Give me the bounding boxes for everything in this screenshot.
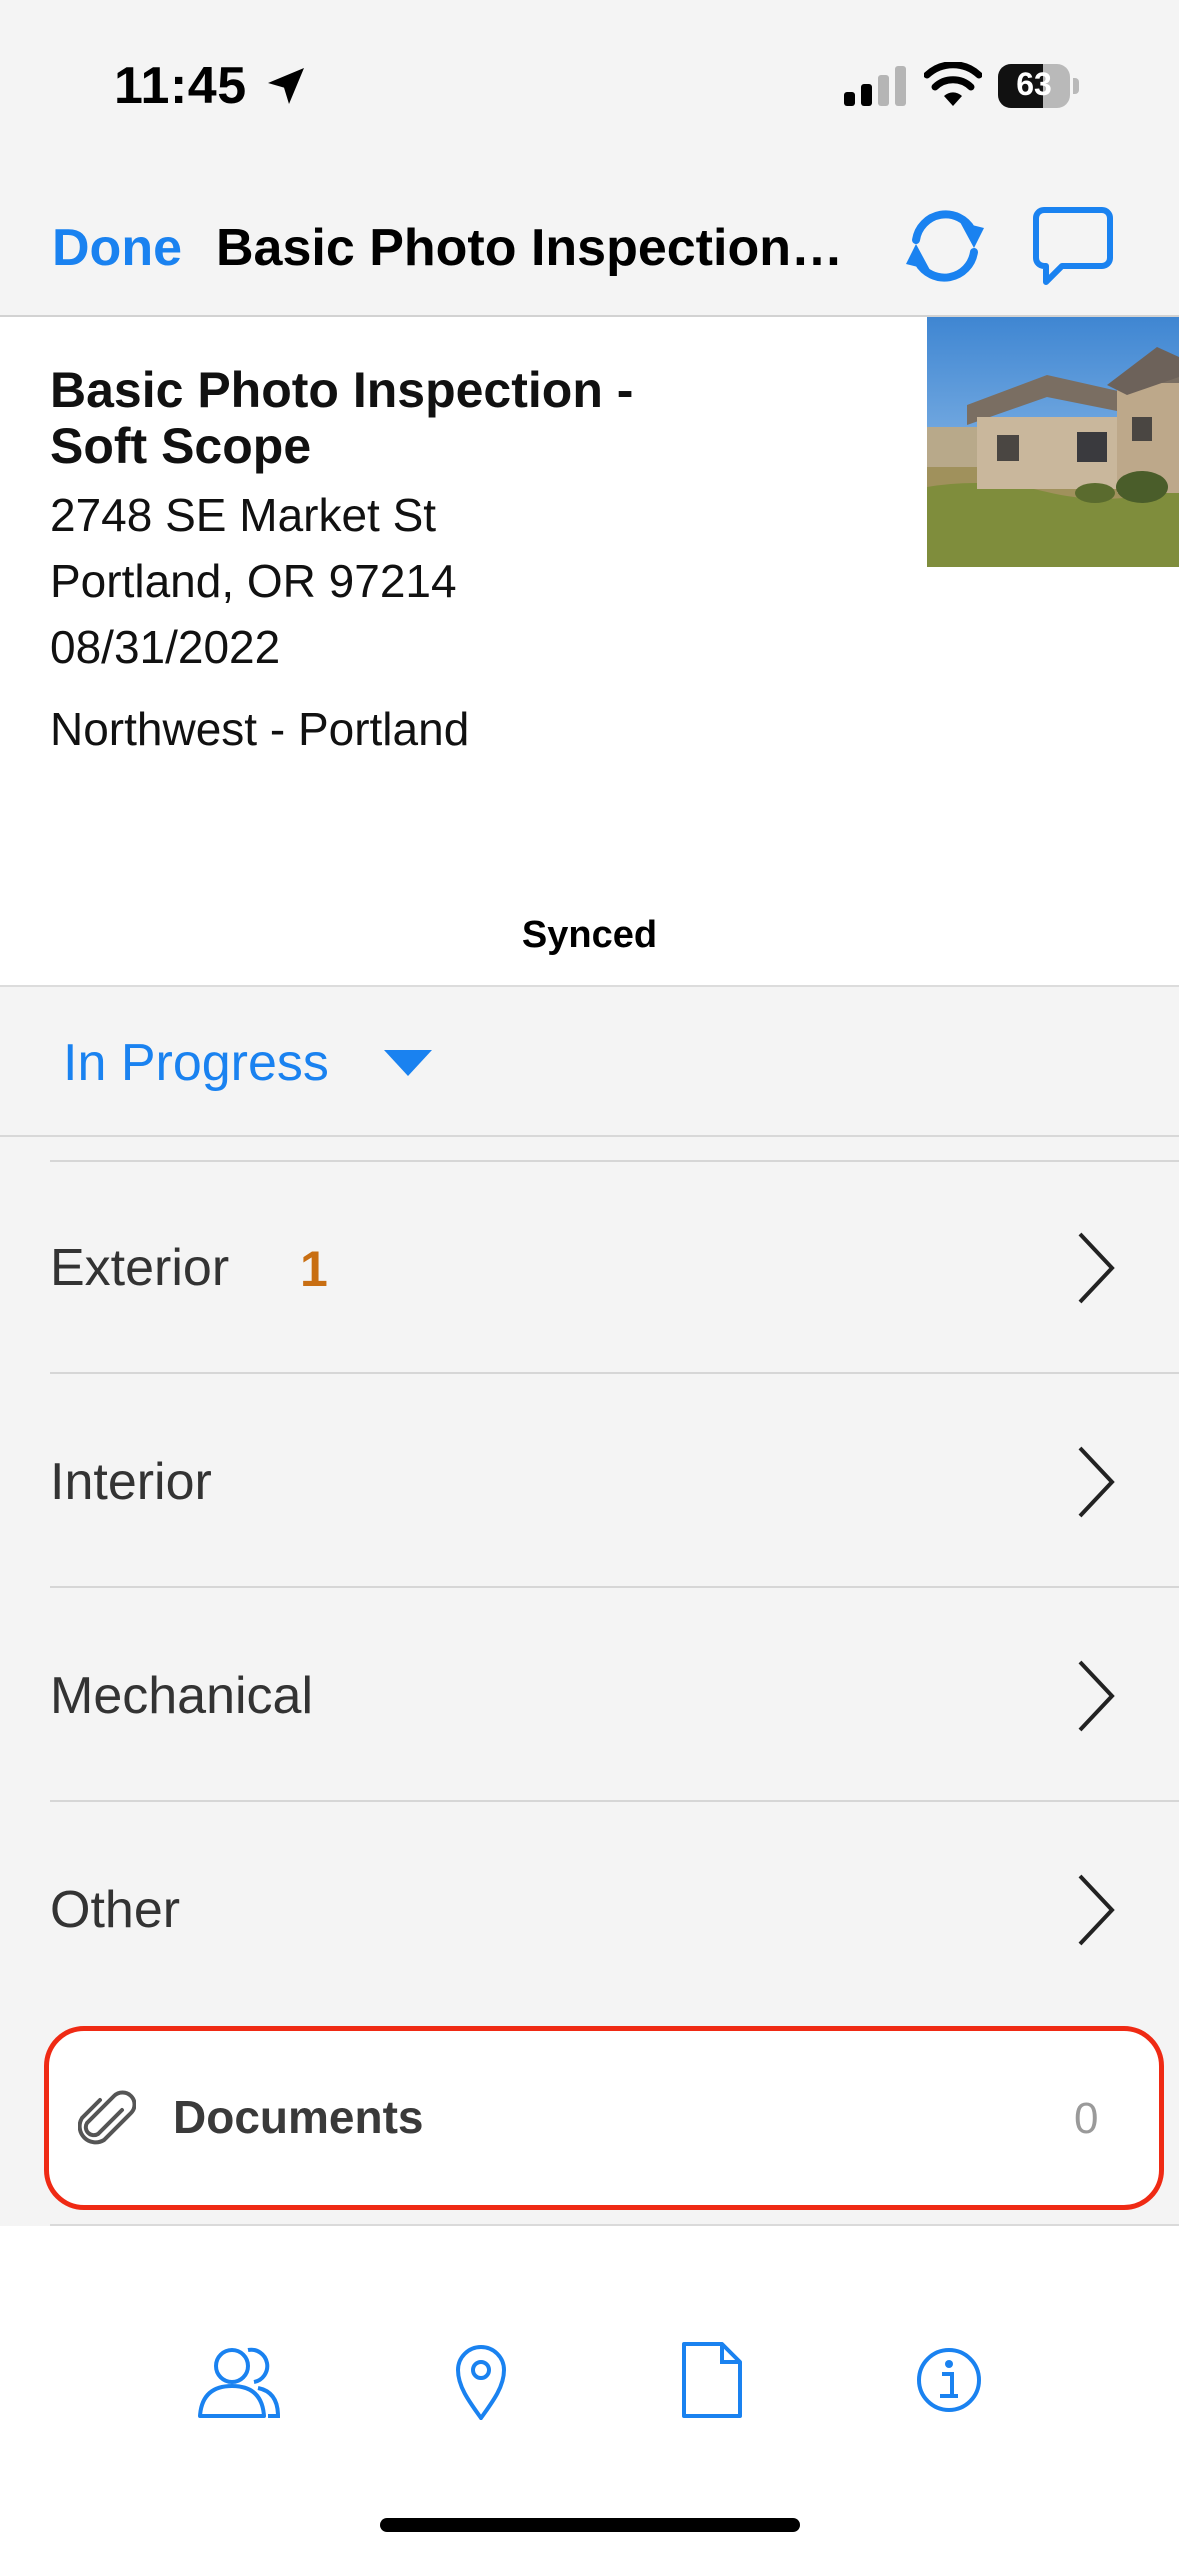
contacts-icon[interactable] — [196, 2340, 282, 2420]
inspection-region: Northwest - Portland — [50, 703, 470, 755]
page-title: Basic Photo Inspection… — [216, 219, 843, 277]
section-label: Other — [50, 1881, 181, 1939]
chevron-right-icon — [1078, 1232, 1115, 1304]
section-row-mechanical[interactable]: Mechanical — [0, 1590, 1179, 1802]
chevron-right-icon — [1078, 1874, 1115, 1946]
sync-icon[interactable] — [896, 200, 994, 292]
caret-down-icon[interactable] — [384, 1050, 432, 1078]
section-row-exterior[interactable]: Exterior 1 — [0, 1162, 1179, 1374]
section-label: Mechanical — [50, 1667, 314, 1725]
address-line2: Portland, OR 97214 — [50, 555, 457, 607]
info-icon[interactable] — [906, 2340, 992, 2420]
battery-percent: 63 — [1016, 66, 1052, 102]
status-dropdown-value[interactable]: In Progress — [63, 1033, 329, 1093]
inspection-date: 08/31/2022 — [50, 621, 281, 673]
address-line1: 2748 SE Market St — [50, 489, 437, 541]
chevron-right-icon — [1078, 1446, 1115, 1518]
section-row-other[interactable]: Other — [0, 1804, 1179, 2016]
documents-count: 0 — [1074, 2094, 1099, 2143]
section-row-interior[interactable]: Interior — [0, 1376, 1179, 1588]
home-indicator[interactable] — [380, 2518, 800, 2532]
bottom-tab-bar — [0, 2226, 1179, 2556]
location-pin-icon[interactable] — [438, 2340, 524, 2420]
sync-status-label: Synced — [521, 914, 658, 956]
done-button[interactable]: Done — [52, 218, 182, 278]
house-photo-image — [927, 317, 1179, 567]
document-icon[interactable] — [668, 2340, 754, 2420]
location-arrow-icon — [268, 68, 304, 104]
property-photo[interactable] — [927, 317, 1179, 567]
cellular-signal-icon — [844, 66, 906, 106]
chat-icon[interactable] — [1032, 206, 1114, 288]
chevron-right-icon — [1078, 1660, 1115, 1732]
inspection-title: Basic Photo Inspection - Soft Scope — [50, 362, 634, 474]
wifi-icon — [924, 62, 982, 106]
battery-indicator: 63 — [998, 64, 1080, 108]
documents-label[interactable]: Documents — [173, 2090, 423, 2144]
status-time: 11:45 — [114, 57, 247, 115]
section-label: Interior — [50, 1453, 212, 1511]
section-count-badge: 1 — [300, 1241, 328, 1297]
section-label: Exterior — [50, 1239, 230, 1297]
paperclip-icon — [78, 2090, 136, 2145]
